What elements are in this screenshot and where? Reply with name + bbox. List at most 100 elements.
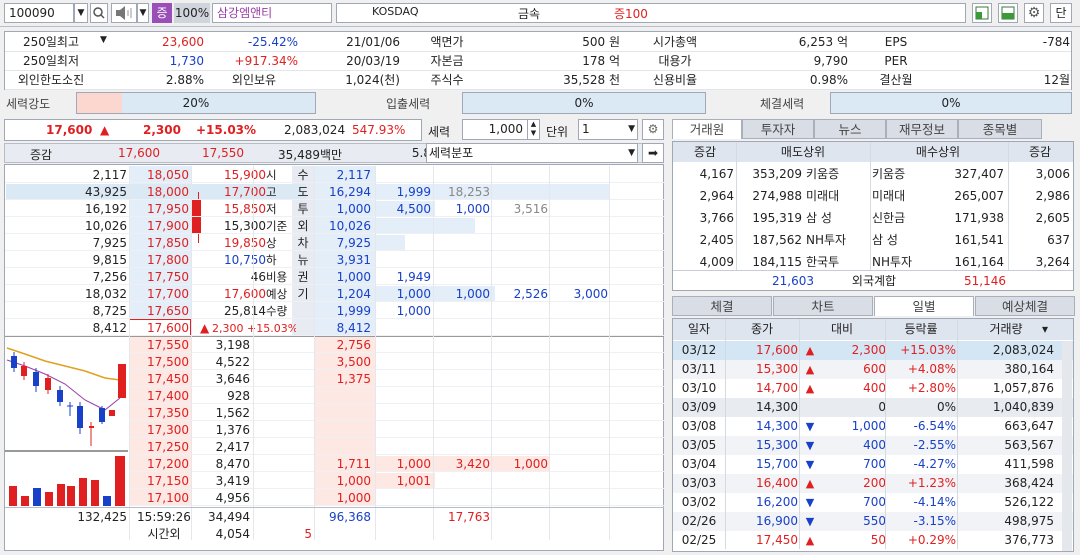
daily-volume: 663,647 — [1004, 419, 1054, 433]
bid-price[interactable]: 17,100 — [131, 489, 189, 506]
bid-volume: 2,417 — [215, 440, 250, 454]
daily-tab-0[interactable]: 체결 — [672, 296, 772, 316]
bid-volume: 3,198 — [215, 338, 250, 352]
single-button[interactable]: 단 — [1050, 3, 1072, 23]
ask-price[interactable]: 17,900 — [131, 217, 189, 234]
layout-button-2[interactable] — [998, 3, 1018, 23]
broker-cell[interactable]: 키움증 — [872, 165, 936, 184]
side-tab[interactable]: 차 — [293, 234, 313, 251]
sound-dropdown[interactable]: ▼ — [137, 3, 149, 23]
side-tab[interactable]: 권 — [293, 268, 313, 285]
ask-price[interactable]: 17,800 — [131, 251, 189, 268]
info-label: 자본금 — [430, 54, 464, 68]
sound-button[interactable] — [111, 3, 137, 23]
price-info-tag: 시 — [266, 168, 277, 182]
daily-volume: 368,424 — [1004, 476, 1054, 490]
distribution-select[interactable]: 세력분포 ▼ — [426, 143, 638, 163]
broker-cell[interactable]: 미래대 — [806, 187, 868, 206]
info-value: 0.98% — [809, 73, 848, 87]
broker-cell: 187,562 — [752, 233, 802, 247]
bid-price[interactable]: 17,200 — [131, 455, 189, 472]
side-tab[interactable]: 외 — [293, 217, 313, 234]
info-value: 21/01/06 — [346, 35, 400, 49]
broker-col-divider — [736, 142, 737, 270]
force-b-total: 17,763 — [448, 510, 490, 524]
code-dropdown-button[interactable]: ▼ — [74, 3, 88, 23]
bid-volume: 8,470 — [215, 457, 250, 471]
next-button[interactable]: ➡ — [642, 143, 664, 163]
ask-price[interactable]: 17,700 — [131, 285, 189, 302]
broker-cell[interactable]: 키움증 — [806, 165, 868, 184]
daily-tab-1[interactable]: 차트 — [773, 296, 873, 316]
order-settings-button[interactable]: ⚙ — [642, 119, 664, 140]
broker-cell[interactable]: 미래대 — [872, 187, 936, 206]
broker-header: 매수상위 — [915, 145, 961, 159]
info-value — [940, 52, 1070, 71]
ask-price[interactable]: 17,850 — [131, 234, 189, 251]
price-info-tag: 저 — [266, 202, 277, 216]
daily-volume: 411,598 — [1004, 457, 1054, 471]
daily-tab-3[interactable]: 예상체결 — [975, 296, 1075, 316]
margin-badge[interactable]: 증 — [152, 3, 172, 23]
broker-cell[interactable]: NH투자 — [806, 231, 868, 250]
info-value: 500 원 — [582, 35, 620, 49]
bid-price[interactable]: 17,350 — [131, 404, 189, 421]
settings-button[interactable]: ⚙ — [1024, 3, 1044, 23]
side-tab[interactable]: 투 — [293, 200, 313, 217]
qty-input[interactable]: 1,000 — [462, 119, 528, 140]
info-value: 6,253 억 — [798, 35, 848, 49]
ask-price[interactable]: 18,000 — [131, 183, 189, 200]
sort-icon[interactable]: ▾ — [1042, 322, 1048, 336]
force-ask: 1,000 — [336, 270, 371, 284]
ask-price[interactable]: 17,750 — [131, 268, 189, 285]
info-label: 외인한도소진 — [17, 73, 85, 87]
daily-date: 03/10 — [681, 381, 717, 395]
unit-select[interactable]: 1 ▼ — [578, 119, 638, 140]
bid-price[interactable]: 17,550 — [131, 336, 189, 353]
bid-price[interactable]: 17,150 — [131, 472, 189, 489]
force-b: 1,000 — [455, 202, 490, 216]
zoom-level: 100% — [174, 3, 210, 23]
side-tab[interactable]: 수 — [293, 166, 313, 183]
price-info: 15,850 — [224, 202, 266, 216]
qty-spinner[interactable]: ▲ ▼ — [527, 119, 540, 140]
broker-cell: 2,405 — [699, 233, 734, 247]
bid-price[interactable]: 17,400 — [131, 387, 189, 404]
ask-price[interactable]: 17,950 — [131, 200, 189, 217]
tab-4[interactable]: 종목별 — [958, 119, 1042, 139]
bid-price[interactable]: 17,250 — [131, 438, 189, 455]
tab-0[interactable]: 거래원 — [672, 119, 742, 139]
daily-tab-2[interactable]: 일별 — [874, 296, 974, 316]
side-tab[interactable]: 도 — [293, 183, 313, 200]
daily-change: 700 — [863, 495, 886, 509]
ask-price[interactable]: 17,600 — [131, 319, 189, 336]
ask-price[interactable]: 17,650 — [131, 302, 189, 319]
price-change-pct: +15.03% — [196, 123, 257, 137]
stock-name-field[interactable]: 삼강엠앤티 — [212, 3, 332, 23]
stock-code-input[interactable]: 100090 — [4, 3, 74, 23]
chevron-down-icon: ▼ — [628, 124, 635, 134]
daily-date: 03/09 — [681, 400, 717, 414]
force-bid: 2,756 — [336, 338, 371, 352]
broker-cell[interactable]: 신한금 — [872, 209, 936, 228]
tab-1[interactable]: 투자자 — [742, 119, 814, 139]
summary-amount: 35,489백만 — [278, 148, 343, 162]
broker-cell[interactable]: 삼 성 — [806, 209, 868, 228]
layout-button-1[interactable] — [972, 3, 992, 23]
margin-label: 증100 — [614, 7, 648, 21]
daily-change: 400 — [863, 381, 886, 395]
up-arrow-icon: ▲ — [805, 382, 815, 395]
bid-price[interactable]: 17,450 — [131, 370, 189, 387]
bid-price[interactable]: 17,300 — [131, 421, 189, 438]
broker-cell: 2,605 — [1035, 211, 1070, 225]
side-tab[interactable]: 기 — [293, 285, 313, 302]
tab-3[interactable]: 재무정보 — [886, 119, 958, 139]
side-tab[interactable]: 뉴 — [293, 251, 313, 268]
force-ask: 10,026 — [329, 219, 371, 233]
range-dropdown-icon[interactable]: ▼ — [100, 35, 107, 45]
bid-price[interactable]: 17,500 — [131, 353, 189, 370]
search-button[interactable] — [90, 3, 108, 23]
tab-2[interactable]: 뉴스 — [814, 119, 886, 139]
ask-price[interactable]: 18,050 — [131, 166, 189, 183]
broker-cell[interactable]: 삼 성 — [872, 231, 936, 250]
